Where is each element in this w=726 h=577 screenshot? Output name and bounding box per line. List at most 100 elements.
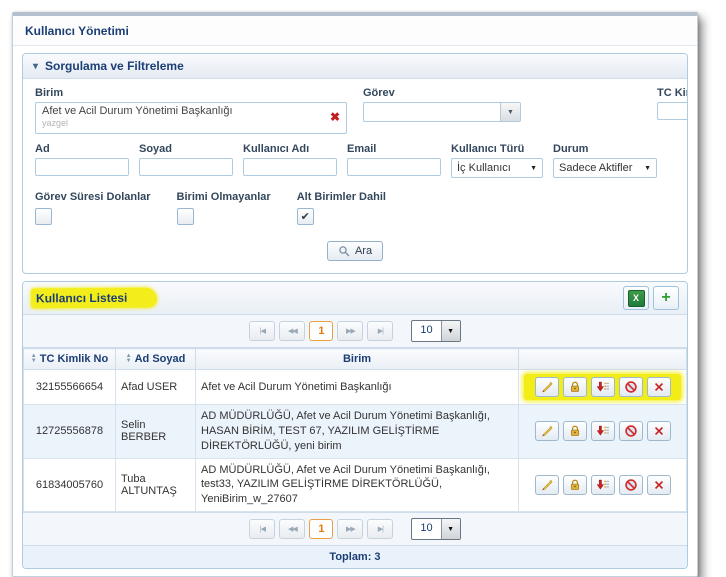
row-action-buttons xyxy=(524,475,681,495)
kullanici-turu-select[interactable]: İç Kullanıcı ▼ xyxy=(451,158,543,178)
arrow-down-list-icon xyxy=(596,380,610,394)
page-size-dropdown[interactable]: 10 ▼ xyxy=(411,518,460,540)
table-row[interactable]: 32155566654 Afad USER Afet ve Acil Durum… xyxy=(24,370,687,405)
edit-user-button[interactable] xyxy=(535,475,559,495)
lock-icon xyxy=(568,380,582,394)
export-excel-button[interactable]: X xyxy=(623,286,649,310)
row-action-buttons-highlighted xyxy=(524,374,681,400)
gorev-value xyxy=(364,103,500,121)
delete-user-button[interactable] xyxy=(647,421,671,441)
collapse-icon[interactable]: ▾ xyxy=(33,61,38,72)
unit-assignment-button[interactable] xyxy=(591,377,615,397)
sort-icon: ▲▼ xyxy=(31,354,37,364)
alt-birimler-dahil-checkbox[interactable]: ✔ xyxy=(297,208,314,225)
field-alt-birimler-dahil: Alt Birimler Dahil ✔ xyxy=(297,191,386,225)
field-email: Email xyxy=(347,143,441,176)
pencil-icon xyxy=(540,380,554,394)
cell-tc: 12725556878 xyxy=(24,405,116,459)
filter-section-header[interactable]: ▾ Sorgulama ve Filtreleme xyxy=(23,54,687,79)
soyad-input[interactable] xyxy=(139,158,233,176)
search-button[interactable]: Ara xyxy=(327,241,383,261)
cell-tc: 61834005760 xyxy=(24,458,116,512)
cell-name: Tuba ALTUNTAŞ xyxy=(116,458,196,512)
permissions-button[interactable] xyxy=(563,475,587,495)
pagination-next-button[interactable]: ▶▶ xyxy=(337,321,363,341)
pagination-current-page[interactable]: 1 xyxy=(309,321,333,341)
permissions-button[interactable] xyxy=(563,377,587,397)
pagination-top: |◀ ◀◀ 1 ▶▶ ▶| 10 ▼ xyxy=(23,315,687,348)
durum-value: Sadece Aktifler xyxy=(559,162,632,174)
delete-user-button[interactable] xyxy=(647,475,671,495)
sort-icon: ▲▼ xyxy=(126,354,132,364)
tc-kimlik-input[interactable] xyxy=(657,102,688,120)
field-birim: Birim Afet ve Acil Durum Yönetimi Başkan… xyxy=(35,87,347,134)
pagination-first-button[interactable]: |◀ xyxy=(249,519,275,539)
deactivate-user-button[interactable] xyxy=(619,475,643,495)
ad-input[interactable] xyxy=(35,158,129,176)
kullanici-adi-input[interactable] xyxy=(243,158,337,176)
delete-x-icon xyxy=(652,380,666,394)
gorev-label: Görev xyxy=(363,87,521,99)
pagination-prev-button[interactable]: ◀◀ xyxy=(279,321,305,341)
birim-picker[interactable]: Afet ve Acil Durum Yönetimi Başkanlığı y… xyxy=(35,102,347,134)
page-title: Kullanıcı Yönetimi xyxy=(13,16,697,46)
field-birimi-olmayanlar: Birimi Olmayanlar xyxy=(177,191,271,225)
field-gorev-suresi-dolanlar: Görev Süresi Dolanlar xyxy=(35,191,151,225)
column-header-birim: Birim xyxy=(196,349,519,370)
pagination-prev-button[interactable]: ◀◀ xyxy=(279,519,305,539)
filter-form: Birim Afet ve Acil Durum Yönetimi Başkan… xyxy=(23,79,687,273)
pagination-last-button[interactable]: ▶| xyxy=(367,321,393,341)
field-soyad: Soyad xyxy=(139,143,233,176)
cell-actions xyxy=(519,405,687,459)
birim-value: Afet ve Acil Durum Yönetimi Başkanlığı xyxy=(42,105,320,118)
cell-actions xyxy=(519,370,687,405)
delete-user-button[interactable] xyxy=(647,377,671,397)
kullanici-turu-value: İç Kullanıcı xyxy=(457,162,511,174)
deactivate-user-button[interactable] xyxy=(619,377,643,397)
unit-assignment-button[interactable] xyxy=(591,421,615,441)
filter-section: ▾ Sorgulama ve Filtreleme Birim Afet ve … xyxy=(22,53,688,274)
table-row[interactable]: 61834005760 Tuba ALTUNTAŞ AD MÜDÜRLÜĞÜ, … xyxy=(24,458,687,512)
pagination-first-button[interactable]: |◀ xyxy=(249,321,275,341)
pagination-current-page[interactable]: 1 xyxy=(309,519,333,539)
durum-select[interactable]: Sadece Aktifler ▼ xyxy=(553,158,657,178)
cell-tc: 32155566654 xyxy=(24,370,116,405)
clear-birim-icon[interactable]: ✖ xyxy=(330,111,340,123)
arrow-down-list-icon xyxy=(596,424,610,438)
gorev-combobox[interactable]: ▼ xyxy=(363,102,521,122)
column-header-tc[interactable]: ▲▼ TC Kimlik No xyxy=(24,349,116,370)
pagination-last-button[interactable]: ▶| xyxy=(367,519,393,539)
permissions-button[interactable] xyxy=(563,421,587,441)
table-row[interactable]: 12725556878 Selin BERBER AD MÜDÜRLÜĞÜ, A… xyxy=(24,405,687,459)
gorev-suresi-dolanlar-checkbox[interactable] xyxy=(35,208,52,225)
deactivate-user-button[interactable] xyxy=(619,421,643,441)
column-header-name[interactable]: ▲▼ Ad Soyad xyxy=(116,349,196,370)
cell-name: Selin BERBER xyxy=(116,405,196,459)
gorev-suresi-dolanlar-label: Görev Süresi Dolanlar xyxy=(35,191,151,203)
edit-user-button[interactable] xyxy=(535,421,559,441)
edit-user-button[interactable] xyxy=(535,377,559,397)
email-input[interactable] xyxy=(347,158,441,176)
block-icon xyxy=(624,424,638,438)
chevron-down-icon[interactable]: ▼ xyxy=(500,103,520,121)
page-size-dropdown[interactable]: 10 ▼ xyxy=(411,320,460,342)
add-user-button[interactable]: + xyxy=(653,286,679,310)
cell-name: Afad USER xyxy=(116,370,196,405)
pencil-icon xyxy=(540,478,554,492)
pagination-bottom: |◀ ◀◀ 1 ▶▶ ▶| 10 ▼ xyxy=(23,512,687,545)
field-ad: Ad xyxy=(35,143,129,176)
email-label: Email xyxy=(347,143,441,155)
durum-label: Durum xyxy=(553,143,657,155)
table-header-row: ▲▼ TC Kimlik No ▲▼ Ad Soyad Birim xyxy=(24,349,687,370)
column-header-actions xyxy=(519,349,687,370)
birimi-olmayanlar-checkbox[interactable] xyxy=(177,208,194,225)
pencil-icon xyxy=(540,424,554,438)
pagination-next-button[interactable]: ▶▶ xyxy=(337,519,363,539)
kullanici-adi-label: Kullanıcı Adı xyxy=(243,143,337,155)
kullanici-turu-label: Kullanıcı Türü xyxy=(451,143,543,155)
filter-section-title: Sorgulama ve Filtreleme xyxy=(45,59,184,73)
block-icon xyxy=(624,380,638,394)
cell-birim: AD MÜDÜRLÜĞÜ, Afet ve Acil Durum Yönetim… xyxy=(196,458,519,512)
unit-assignment-button[interactable] xyxy=(591,475,615,495)
chevron-down-icon: ▼ xyxy=(441,519,460,539)
